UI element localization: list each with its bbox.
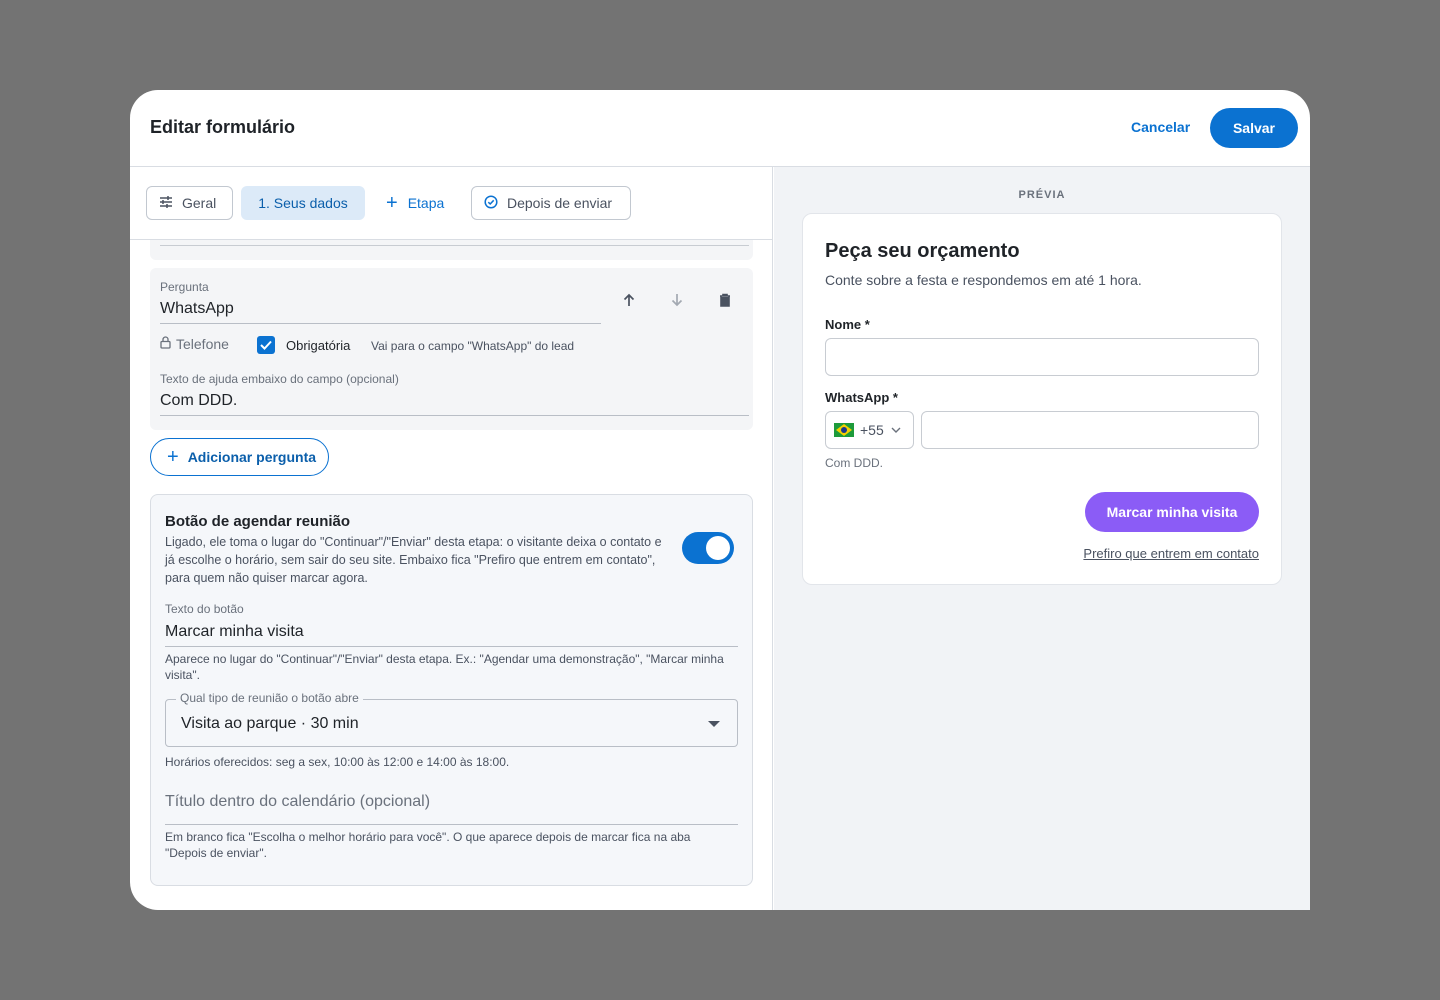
meeting-button-card: Botão de agendar reunião Ligado, ele tom… bbox=[150, 494, 753, 886]
meeting-toggle[interactable] bbox=[682, 532, 734, 564]
country-code: +55 bbox=[860, 422, 884, 438]
country-code-select[interactable]: +55 bbox=[825, 411, 914, 449]
mapping-hint: Vai para o campo "WhatsApp" do lead bbox=[371, 339, 575, 353]
brazil-flag-icon bbox=[834, 423, 854, 437]
input-underline bbox=[160, 323, 601, 324]
move-down-icon[interactable] bbox=[665, 288, 689, 312]
divider bbox=[160, 245, 749, 246]
tab-geral[interactable]: Geral bbox=[146, 186, 233, 220]
question-card: Pergunta WhatsApp Telefone Obrigatória V… bbox=[150, 268, 753, 430]
preview-panel: PRÉVIA Peça seu orçamento Conte sobre a … bbox=[774, 167, 1310, 910]
preview-form-card: Peça seu orçamento Conte sobre a festa e… bbox=[802, 213, 1282, 585]
calendar-title-help: Em branco fica "Escolha o melhor horário… bbox=[165, 830, 691, 860]
button-text-input[interactable]: Marcar minha visita bbox=[165, 623, 304, 641]
edit-form-modal: Editar formulário Cancelar Salvar Geral … bbox=[130, 90, 1310, 910]
meeting-description: Ligado, ele toma o lugar do "Continuar"/… bbox=[165, 535, 662, 585]
field-type-label: Telefone bbox=[176, 336, 229, 352]
tab-label: Geral bbox=[182, 195, 217, 211]
modal-header: Editar formulário Cancelar Salvar bbox=[130, 90, 1310, 167]
caret-down-icon bbox=[708, 721, 720, 727]
field-type: Telefone bbox=[160, 336, 229, 352]
editor-panel: Geral 1. Seus dados + Etapa Depois de en… bbox=[130, 167, 773, 910]
preview-subtitle: Conte sobre a festa e respondemos em até… bbox=[825, 272, 1142, 288]
cancel-button[interactable]: Cancelar bbox=[1131, 119, 1190, 135]
chevron-down-icon bbox=[891, 424, 901, 436]
add-question-label: Adicionar pergunta bbox=[187, 449, 317, 465]
name-field[interactable] bbox=[825, 338, 1259, 376]
button-text-help: Aparece no lugar do "Continuar"/"Enviar"… bbox=[165, 652, 724, 682]
toggle-knob bbox=[706, 536, 730, 560]
contact-me-link[interactable]: Prefiro que entrem em contato bbox=[1083, 546, 1259, 561]
add-question-button[interactable]: + Adicionar pergunta bbox=[150, 438, 329, 476]
schedule-visit-button[interactable]: Marcar minha visita bbox=[1085, 492, 1259, 532]
required-label: Obrigatória bbox=[286, 338, 351, 353]
whatsapp-field[interactable] bbox=[921, 411, 1259, 449]
tab-label: Depois de enviar bbox=[507, 195, 613, 211]
input-underline bbox=[165, 824, 738, 825]
preview-title: Peça seu orçamento bbox=[825, 240, 1020, 262]
save-button[interactable]: Salvar bbox=[1210, 108, 1298, 148]
calendar-title-input[interactable]: Título dentro do calendário (opcional) bbox=[165, 793, 430, 811]
name-label: Nome * bbox=[825, 317, 870, 332]
schedule-help: Horários oferecidos: seg a sex, 10:00 às… bbox=[165, 755, 510, 769]
meeting-title: Botão de agendar reunião bbox=[165, 513, 351, 530]
preview-section-label: PRÉVIA bbox=[1018, 189, 1066, 201]
tab-add-etapa[interactable]: + Etapa bbox=[384, 186, 450, 220]
check-circle-icon bbox=[484, 194, 498, 212]
modal-title: Editar formulário bbox=[150, 117, 296, 137]
help-text-label: Texto de ajuda embaixo do campo (opciona… bbox=[160, 372, 399, 386]
tab-label: Etapa bbox=[407, 195, 445, 211]
tab-label: 1. Seus dados bbox=[258, 195, 348, 211]
delete-icon[interactable] bbox=[713, 288, 737, 312]
input-underline bbox=[165, 646, 738, 647]
tab-depois-de-enviar[interactable]: Depois de enviar bbox=[471, 186, 631, 220]
input-underline bbox=[160, 415, 749, 416]
tab-seus-dados[interactable]: 1. Seus dados bbox=[241, 186, 365, 220]
required-checkbox[interactable] bbox=[257, 336, 275, 354]
plus-icon: + bbox=[386, 191, 398, 214]
sliders-icon bbox=[159, 195, 173, 212]
meeting-type-value: Visita ao parque · 30 min bbox=[181, 715, 359, 732]
question-input[interactable]: WhatsApp bbox=[160, 300, 234, 318]
meeting-type-select[interactable]: Qual tipo de reunião o botão abre Visita… bbox=[165, 691, 738, 747]
button-text-label: Texto do botão bbox=[165, 602, 244, 616]
whatsapp-label: WhatsApp * bbox=[825, 390, 898, 405]
tabs-bar: Geral 1. Seus dados + Etapa Depois de en… bbox=[130, 167, 772, 240]
move-up-icon[interactable] bbox=[617, 288, 641, 312]
lock-icon bbox=[160, 336, 171, 352]
meeting-type-label: Qual tipo de reunião o botão abre bbox=[176, 691, 363, 705]
question-label: Pergunta bbox=[160, 280, 209, 294]
plus-icon: + bbox=[167, 445, 179, 468]
whatsapp-help: Com DDD. bbox=[825, 456, 884, 470]
help-text-input[interactable]: Com DDD. bbox=[160, 392, 237, 410]
